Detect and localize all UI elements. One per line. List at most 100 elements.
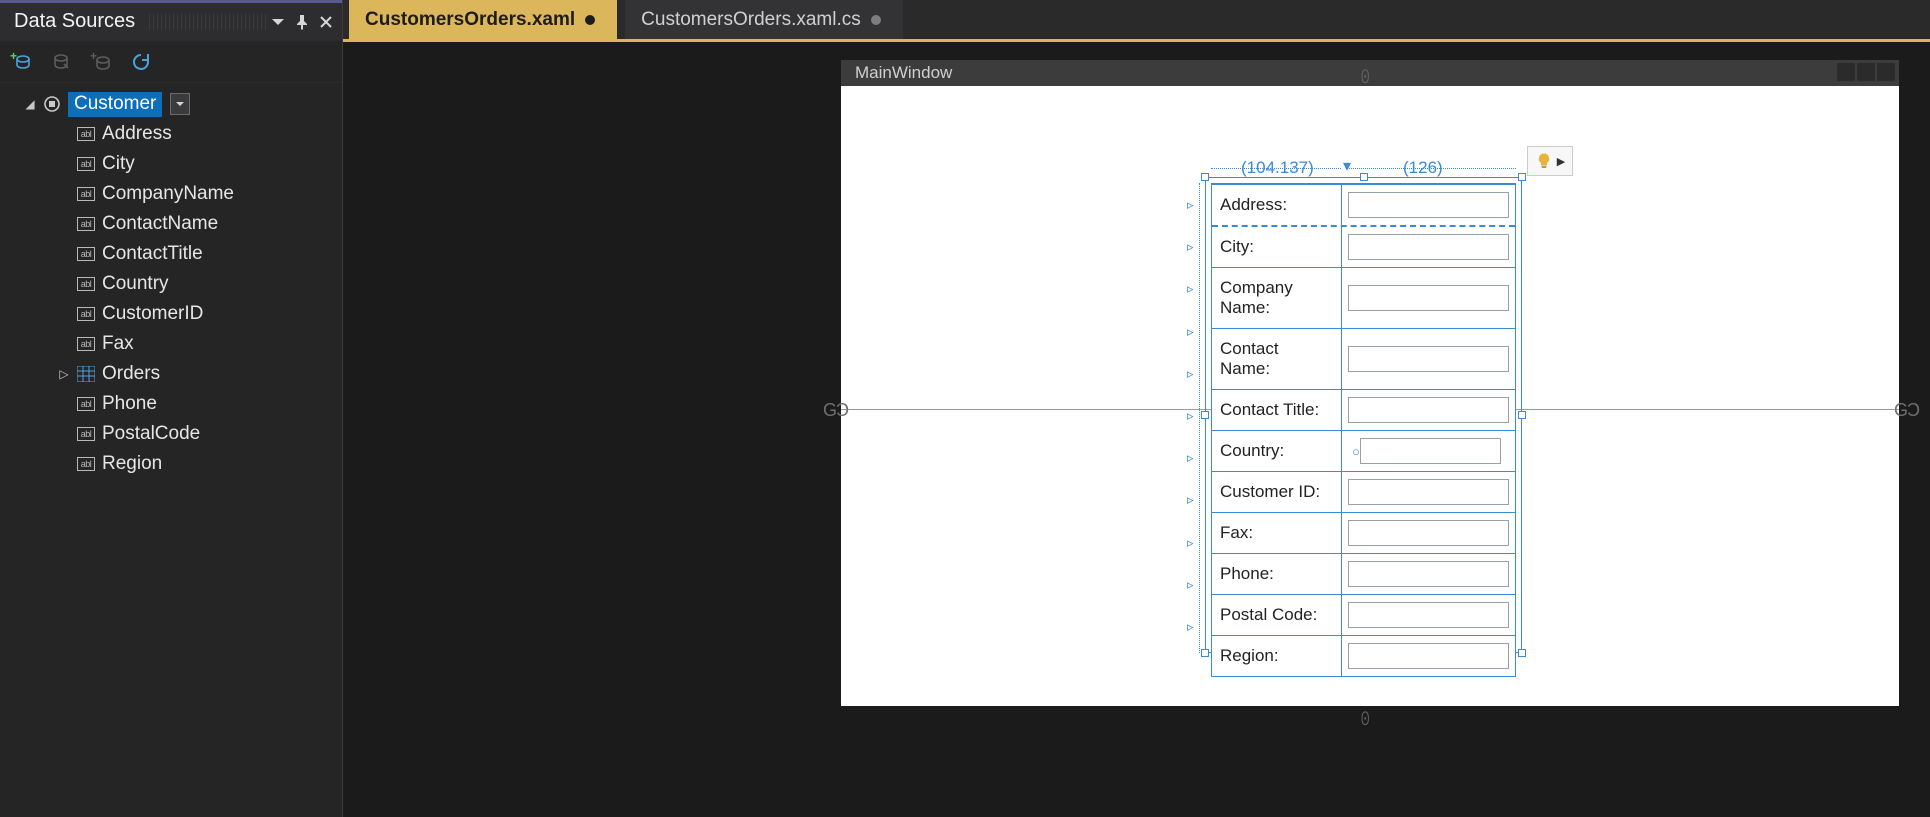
resize-handle-ne[interactable]: [1518, 173, 1526, 181]
tree-node-country[interactable]: Country: [8, 269, 338, 299]
tree-label[interactable]: Address: [102, 123, 172, 145]
form-row[interactable]: Postal Code:: [1212, 594, 1515, 635]
tree-label[interactable]: ContactName: [102, 213, 218, 235]
tree-node-contactname[interactable]: ContactName: [8, 209, 338, 239]
pin-icon[interactable]: [294, 14, 310, 30]
panel-toolbar: + +: [0, 41, 342, 83]
form-input[interactable]: [1348, 192, 1509, 218]
form-row[interactable]: Contact Name:: [1212, 328, 1515, 389]
row-marker-icon[interactable]: ▹: [1187, 366, 1199, 378]
link-bottom-icon[interactable]: ⨀: [1361, 710, 1377, 726]
left-edge-handle-icon[interactable]: G Ɔ: [823, 400, 846, 421]
resize-handle-sw[interactable]: [1201, 649, 1209, 657]
row-marker-icon[interactable]: ▹: [1187, 535, 1199, 547]
form-row[interactable]: Company Name:: [1212, 267, 1515, 328]
tree-label[interactable]: PostalCode: [102, 423, 200, 445]
form-input[interactable]: [1348, 643, 1509, 669]
panel-dropdown-icon[interactable]: [270, 14, 286, 30]
add-query-button[interactable]: +: [90, 51, 112, 73]
tree-label[interactable]: Fax: [102, 333, 134, 355]
form-input[interactable]: [1348, 346, 1509, 372]
row-marker-icon[interactable]: ▹: [1187, 324, 1199, 336]
form-row[interactable]: Address:: [1212, 184, 1515, 225]
resize-handle-e[interactable]: [1518, 411, 1526, 419]
designer-binding-glyph-icon[interactable]: ○: [1352, 444, 1360, 459]
row-marker-icon[interactable]: ▹: [1187, 281, 1199, 293]
form-row[interactable]: Country:○: [1212, 430, 1515, 471]
tree-label[interactable]: Region: [102, 453, 162, 475]
refresh-button[interactable]: [130, 51, 152, 73]
ruler-grip-icon[interactable]: ▾: [1343, 156, 1351, 176]
link-top-icon[interactable]: ⨀: [1361, 68, 1377, 84]
close-icon[interactable]: [318, 14, 334, 30]
form-row[interactable]: Contact Title:: [1212, 389, 1515, 430]
right-edge-handle-icon[interactable]: G Ɔ: [1894, 400, 1917, 421]
tree-node-companyname[interactable]: CompanyName: [8, 179, 338, 209]
resize-handle-se[interactable]: [1518, 649, 1526, 657]
row-marker-icon[interactable]: ▹: [1187, 197, 1199, 209]
expand-arrow-icon[interactable]: ◢: [24, 97, 36, 111]
form-input[interactable]: [1348, 561, 1509, 587]
tree-node-fax[interactable]: Fax: [8, 329, 338, 359]
tab-label: CustomersOrders.xaml.cs: [641, 9, 861, 31]
tab-customersorders-xaml-cs[interactable]: CustomersOrders.xaml.cs: [625, 0, 903, 39]
tab-customersorders-xaml[interactable]: CustomersOrders.xaml: [349, 0, 617, 39]
form-input-cell: [1342, 472, 1515, 512]
form-input[interactable]: [1348, 285, 1509, 311]
form-input[interactable]: [1348, 520, 1509, 546]
form-row[interactable]: Phone:: [1212, 553, 1515, 594]
tab-label: CustomersOrders.xaml: [365, 9, 575, 31]
form-row[interactable]: Fax:: [1212, 512, 1515, 553]
maximize-icon[interactable]: [1857, 63, 1875, 81]
tree-node-customer[interactable]: ◢ Customer: [8, 89, 338, 119]
form-input[interactable]: [1348, 397, 1509, 423]
text-field-icon: [76, 304, 96, 324]
edit-datasource-button[interactable]: [50, 51, 72, 73]
data-sources-tree[interactable]: ◢ Customer Address City CompanyName Contact…: [0, 83, 342, 479]
tree-label[interactable]: Phone: [102, 393, 157, 415]
tree-node-customerid[interactable]: CustomerID: [8, 299, 338, 329]
tree-label[interactable]: City: [102, 153, 135, 175]
tree-node-phone[interactable]: Phone: [8, 389, 338, 419]
resize-handle-nw[interactable]: [1201, 173, 1209, 181]
form-input[interactable]: [1348, 602, 1509, 628]
tree-node-city[interactable]: City: [8, 149, 338, 179]
quick-actions-button[interactable]: ▶: [1527, 146, 1573, 176]
tree-node-region[interactable]: Region: [8, 449, 338, 479]
tree-label[interactable]: CompanyName: [102, 183, 234, 205]
form-row[interactable]: City:: [1212, 225, 1515, 267]
tree-node-dropdown[interactable]: [170, 93, 190, 115]
row-marker-icon[interactable]: ▹: [1187, 239, 1199, 251]
resize-handle-w[interactable]: [1201, 411, 1209, 419]
resize-handle-n[interactable]: [1360, 173, 1368, 181]
form-input-cell: ○: [1342, 431, 1515, 471]
tree-label[interactable]: Customer: [68, 92, 162, 117]
row-marker-icon[interactable]: ▹: [1187, 492, 1199, 504]
form-row[interactable]: Customer ID:: [1212, 471, 1515, 512]
tree-node-address[interactable]: Address: [8, 119, 338, 149]
text-field-icon: [76, 454, 96, 474]
form-input[interactable]: [1360, 438, 1501, 464]
panel-grip[interactable]: [149, 14, 266, 30]
tree-label[interactable]: CustomerID: [102, 303, 203, 325]
row-marker-icon[interactable]: ▹: [1187, 450, 1199, 462]
row-marker-icon[interactable]: ▹: [1187, 577, 1199, 589]
minimize-icon[interactable]: [1837, 63, 1855, 81]
expand-arrow-icon[interactable]: ▷: [58, 367, 70, 381]
design-surface[interactable]: ⨀ ⨀ G Ɔ G Ɔ (104.137) (126) ▾: [841, 86, 1899, 706]
form-grid[interactable]: ▶ Address:City:Company Name:Contact Name…: [1211, 183, 1516, 677]
tree-node-postalcode[interactable]: PostalCode: [8, 419, 338, 449]
row-marker-icon[interactable]: ▹: [1187, 619, 1199, 631]
tree-label[interactable]: ContactTitle: [102, 243, 203, 265]
form-row[interactable]: Region:: [1212, 635, 1515, 676]
tree-node-contacttitle[interactable]: ContactTitle: [8, 239, 338, 269]
row-marker-icon[interactable]: ▹: [1187, 408, 1199, 420]
close-window-icon[interactable]: [1877, 63, 1895, 81]
add-datasource-button[interactable]: +: [10, 51, 32, 73]
tree-label[interactable]: Country: [102, 273, 169, 295]
tree-label[interactable]: Orders: [102, 363, 160, 385]
designer-canvas[interactable]: MainWindow ⨀ ⨀ G Ɔ G Ɔ (104.137) (126: [343, 42, 1930, 817]
form-input[interactable]: [1348, 479, 1509, 505]
tree-node-orders[interactable]: ▷ Orders: [8, 359, 338, 389]
form-input[interactable]: [1348, 234, 1509, 260]
